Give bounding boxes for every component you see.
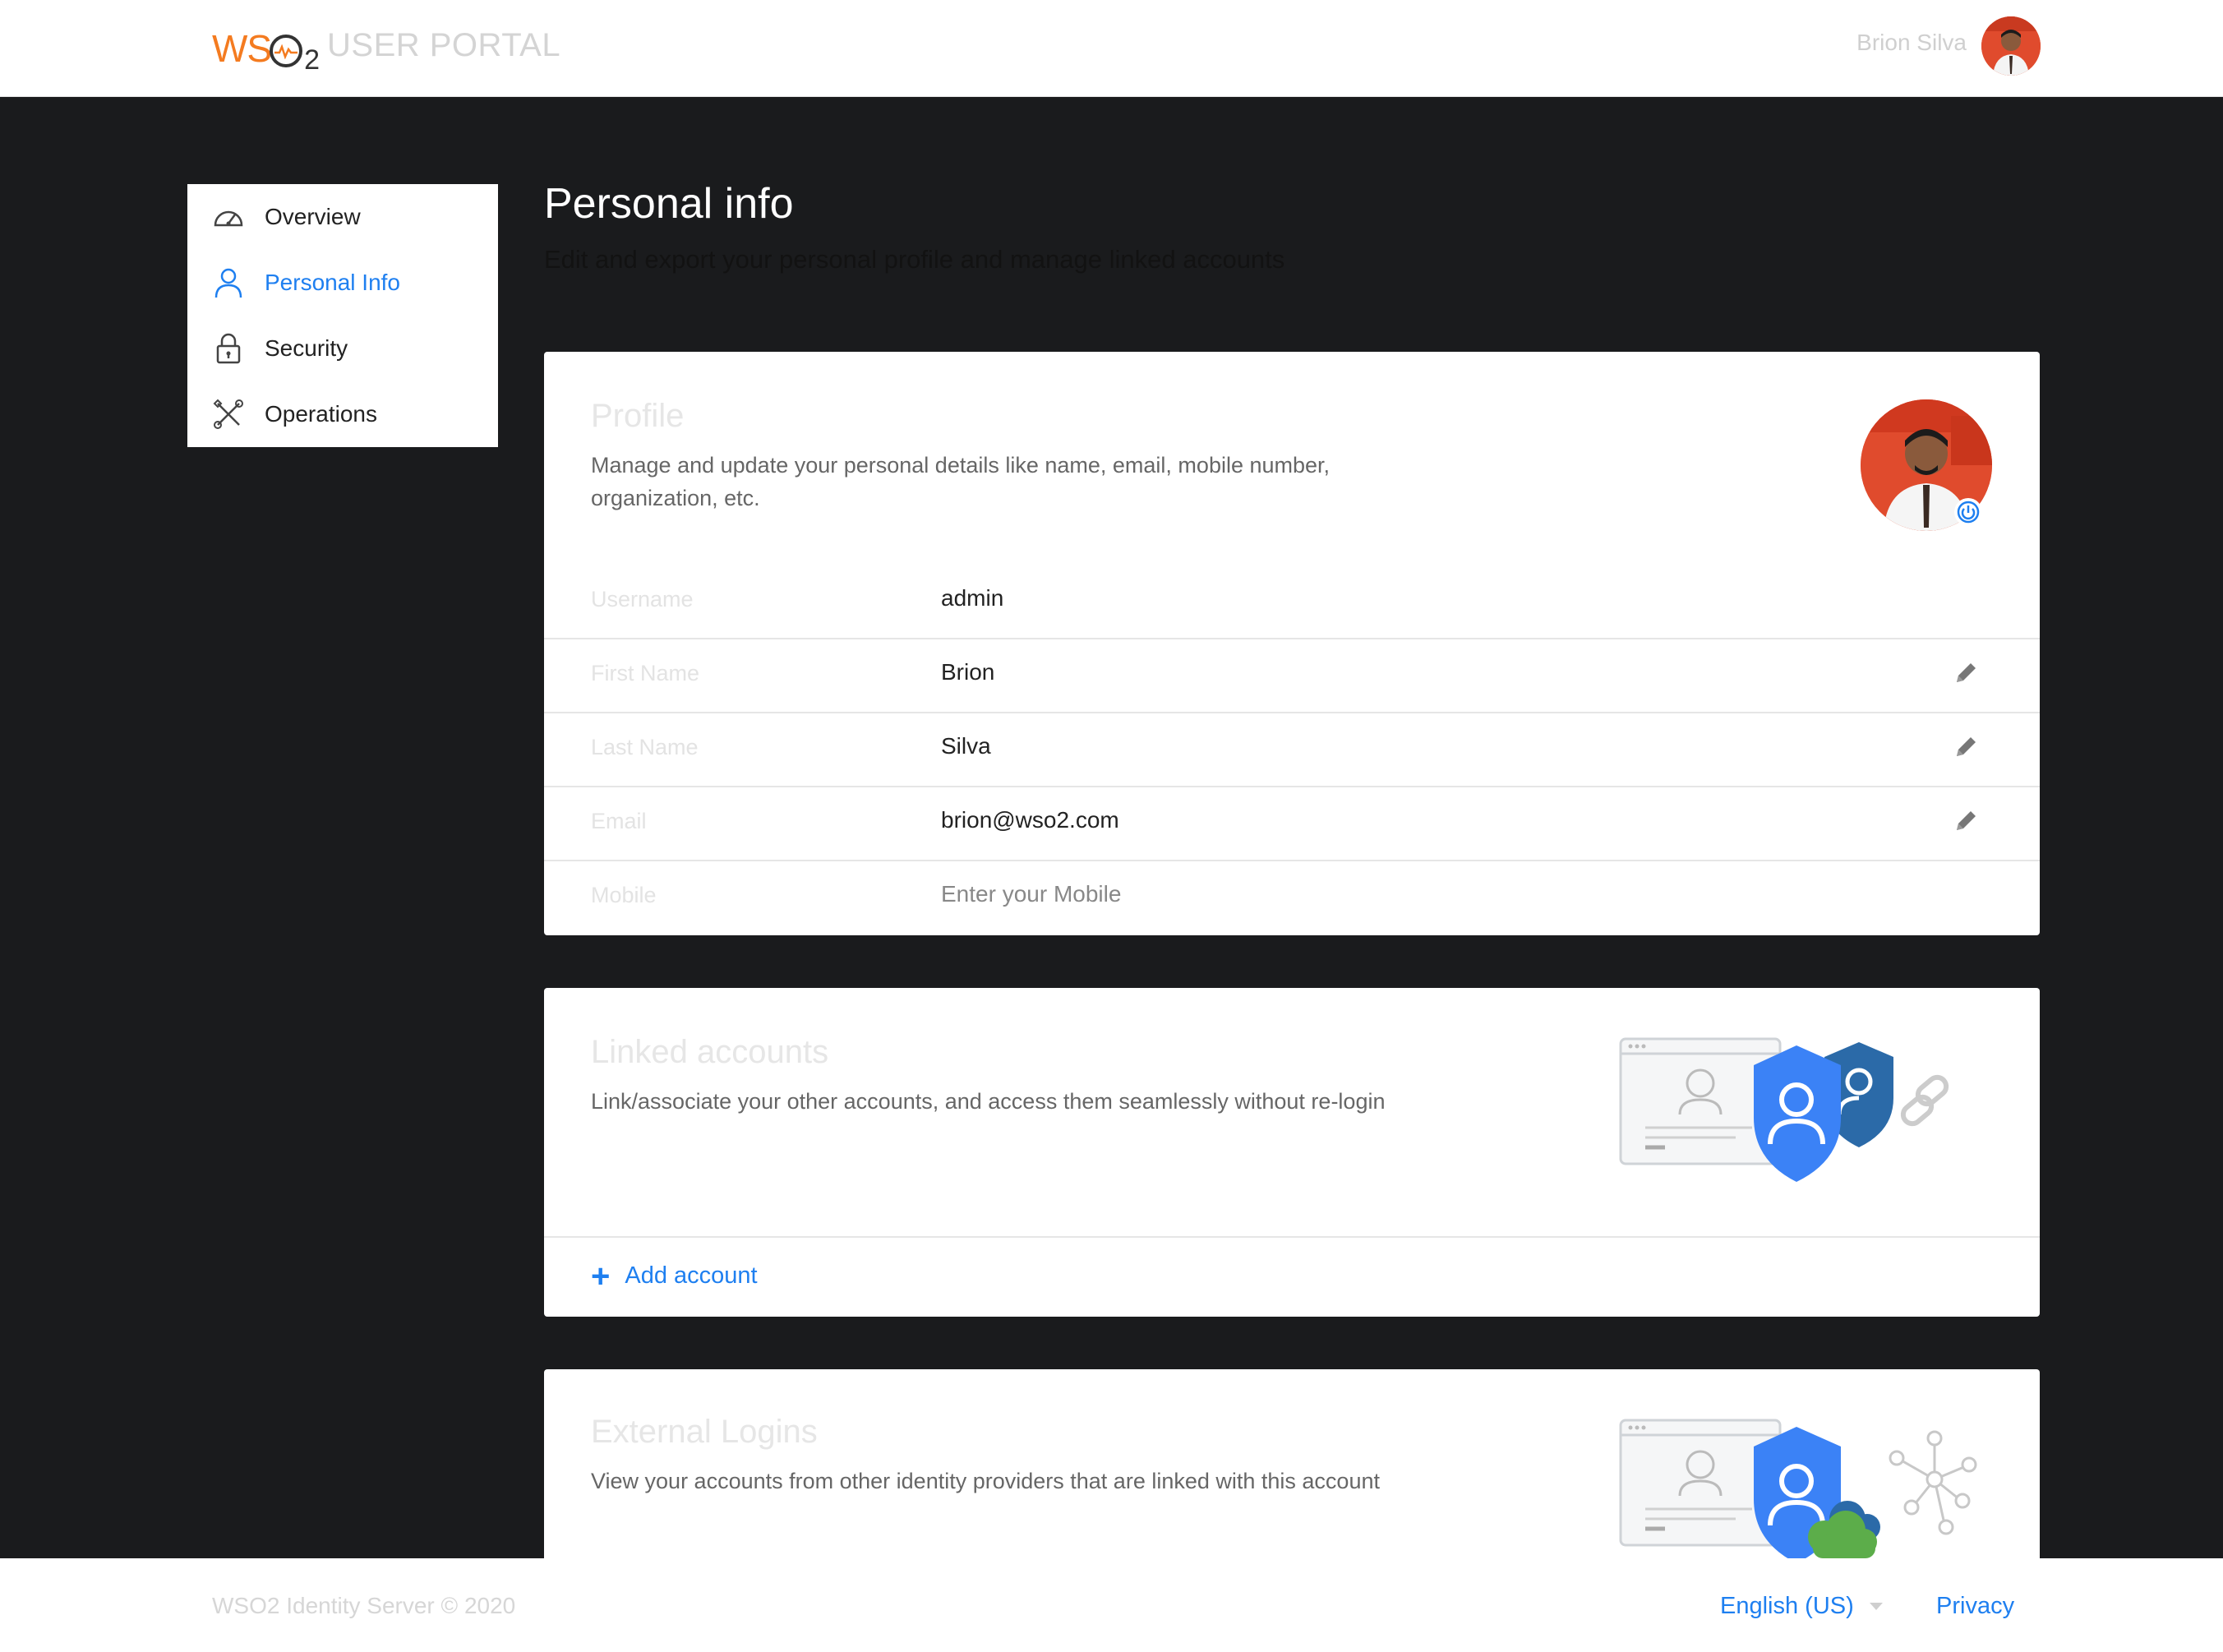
add-account-button[interactable]: + Add account [591, 1257, 758, 1294]
chevron-down-icon[interactable] [1870, 1603, 1883, 1610]
logo-text: WS [212, 27, 272, 70]
linked-accounts-illustration [1619, 1037, 1949, 1182]
mobile-input[interactable]: Enter your Mobile [941, 881, 1121, 907]
pencil-icon[interactable] [1952, 807, 1980, 835]
pencil-icon[interactable] [1952, 733, 1980, 761]
sidebar-item-label: Operations [265, 401, 377, 427]
profile-row-last-name: Last Name Silva [544, 712, 2040, 786]
app-title: USER PORTAL [327, 27, 561, 63]
field-value: brion@wso2.com [941, 807, 1119, 833]
field-label: Mobile [591, 883, 657, 907]
linked-accounts-card: Linked accounts Link/associate your othe… [544, 988, 2040, 1317]
external-logins-title: External Logins [591, 1414, 818, 1450]
sidebar-item-personal-info[interactable]: Personal Info [187, 250, 498, 316]
lock-icon [212, 332, 245, 365]
field-value: Brion [941, 659, 995, 685]
linked-accounts-description: Link/associate your other accounts, and … [591, 1089, 1386, 1114]
field-value: admin [941, 585, 1004, 611]
sidebar-item-label: Overview [265, 204, 361, 229]
user-name[interactable]: Brion Silva [1856, 30, 1967, 56]
profile-row-email: Email brion@wso2.com [544, 786, 2040, 860]
logo-o-mark [270, 35, 303, 67]
sidebar-item-label: Security [265, 335, 348, 361]
sidebar-item-label: Personal Info [265, 270, 400, 295]
field-label: Last Name [591, 735, 699, 759]
sidebar-item-security[interactable]: Security [187, 316, 498, 381]
page-title: Personal info [544, 180, 794, 228]
field-label: First Name [591, 661, 700, 685]
external-logins-description: View your accounts from other identity p… [591, 1469, 1380, 1493]
user-avatar[interactable] [1981, 16, 2041, 76]
copyright-text: WSO2 Identity Server © 2020 [212, 1593, 516, 1618]
linked-accounts-footer: + Add account [544, 1236, 2040, 1317]
top-header: WS 2 USER PORTAL Brion Silva [0, 0, 2223, 97]
tools-icon [212, 398, 245, 431]
external-logins-illustration [1619, 1419, 1977, 1563]
gauge-icon [212, 201, 245, 233]
sidebar-item-operations[interactable]: Operations [187, 381, 498, 447]
logo-subscript: 2 [304, 44, 321, 76]
language-selector[interactable]: English (US) [1720, 1593, 1854, 1620]
sidebar-nav: Overview Personal Info Security Operatio… [187, 184, 498, 447]
plus-icon: + [591, 1257, 611, 1294]
profile-row-mobile: Mobile Enter your Mobile [544, 860, 2040, 934]
privacy-link[interactable]: Privacy [1936, 1593, 2014, 1620]
linked-accounts-title: Linked accounts [591, 1034, 829, 1070]
profile-card: Profile Manage and update your personal … [544, 352, 2040, 935]
page-footer: WSO2 Identity Server © 2020 English (US)… [0, 1558, 2223, 1652]
field-label: Username [591, 587, 694, 611]
user-icon [212, 266, 245, 299]
pencil-icon[interactable] [1952, 659, 1980, 687]
field-value: Silva [941, 733, 991, 759]
add-account-label: Add account [625, 1262, 758, 1289]
profile-row-username: Username admin [544, 565, 2040, 639]
profile-title: Profile [591, 398, 685, 434]
avatar-edit-icon[interactable] [1954, 498, 1982, 526]
profile-description: Manage and update your personal details … [591, 453, 1331, 510]
field-label: Email [591, 809, 647, 833]
wso2-logo[interactable]: WS 2 [212, 21, 320, 74]
page-subtitle: Edit and export your personal profile an… [544, 245, 1285, 274]
profile-row-first-name: First Name Brion [544, 638, 2040, 712]
sidebar-item-overview[interactable]: Overview [187, 184, 498, 250]
